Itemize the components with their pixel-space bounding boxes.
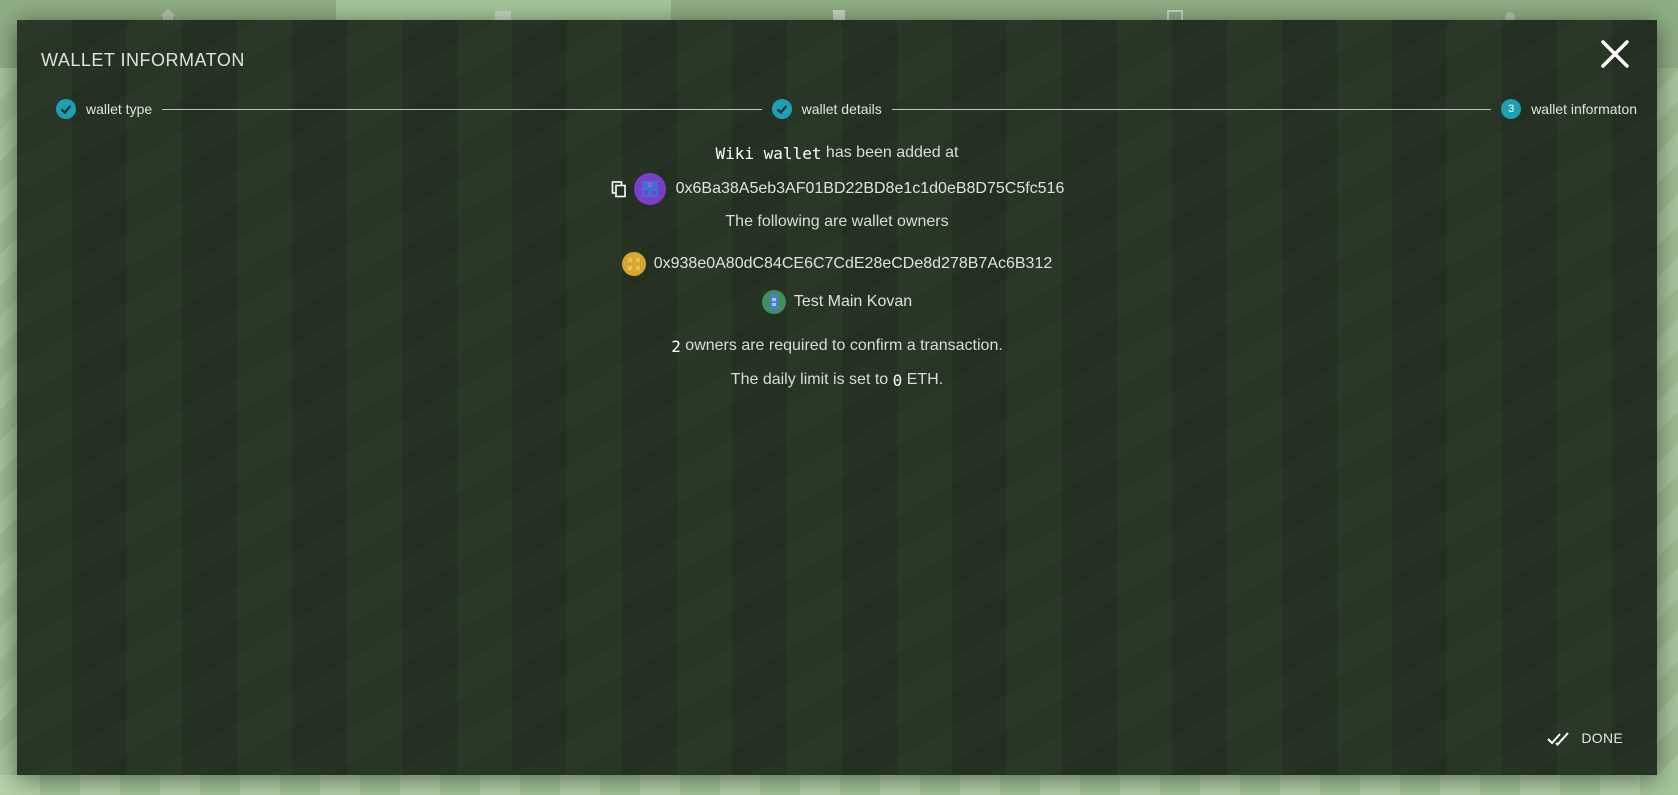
copy-icon[interactable] [610, 180, 628, 198]
wallet-added-line: Wiki wallet has been added at [17, 138, 1657, 168]
close-button[interactable] [1595, 34, 1635, 74]
wallet-address[interactable]: 0x6Ba38A5eb3AF01BD22BD8e1c1d0eB8D75C5fc5… [676, 180, 1065, 198]
owner-item: 0x938e0A80dC84CE6C7CdE28eCDe8d278B7Ac6B3… [17, 245, 1657, 283]
double-check-icon [1547, 732, 1570, 746]
step-label: wallet details [801, 101, 882, 117]
stepper: wallet type wallet details 3 wallet info… [56, 95, 1637, 123]
daily-limit-unit: ETH. [906, 371, 944, 388]
wallet-address-line: 0x6Ba38A5eb3AF01BD22BD8e1c1d0eB8D75C5fc5… [17, 171, 1657, 207]
daily-limit-line: The daily limit is set to 0 ETH. [17, 363, 1657, 397]
wallet-name: Wiki wallet [715, 143, 822, 163]
check-icon [776, 105, 787, 115]
modal-title: WALLET INFORMATON [41, 50, 245, 70]
step-number: 3 [1501, 99, 1522, 119]
close-icon [1601, 40, 1629, 68]
required-text: owners are required to confirm a transac… [685, 337, 1003, 354]
step-connector [891, 108, 1492, 110]
owner-address[interactable]: 0x938e0A80dC84CE6C7CdE28eCDe8d278B7Ac6B3… [654, 255, 1053, 273]
done-label: DONE [1581, 730, 1623, 746]
added-text: has been added at [825, 144, 959, 161]
step-label: wallet informaton [1531, 101, 1638, 117]
step-wallet-type: wallet type [56, 99, 152, 119]
done-button[interactable]: DONE [1547, 729, 1623, 747]
check-icon [60, 105, 72, 115]
owner-name[interactable]: Test Main Kovan [794, 293, 912, 311]
wallet-summary: Wiki wallet has been added at 0x6Ba38A5e… [17, 138, 1657, 397]
required-confirmations-line: 2 owners are required to confirm a trans… [17, 329, 1657, 363]
owner-identicon [621, 252, 646, 276]
step-complete-check [56, 99, 76, 119]
owner-identicon [761, 290, 786, 314]
step-complete-check [771, 99, 792, 119]
daily-limit-prefix: The daily limit is set to [730, 371, 889, 388]
owner-item: Test Main Kovan [17, 283, 1657, 321]
wallet-information-modal: WALLET INFORMATON wallet type wallet det… [17, 20, 1657, 775]
owners-heading: The following are wallet owners [725, 213, 949, 230]
background-bottom-strip [0, 775, 1678, 795]
required-count: 2 [671, 336, 681, 356]
step-wallet-information: 3 wallet informaton [1501, 99, 1637, 119]
step-wallet-details: wallet details [771, 99, 882, 119]
daily-limit-value: 0 [892, 370, 903, 390]
step-label: wallet type [86, 101, 153, 117]
wallet-identicon [633, 173, 666, 205]
step-connector [162, 108, 762, 110]
